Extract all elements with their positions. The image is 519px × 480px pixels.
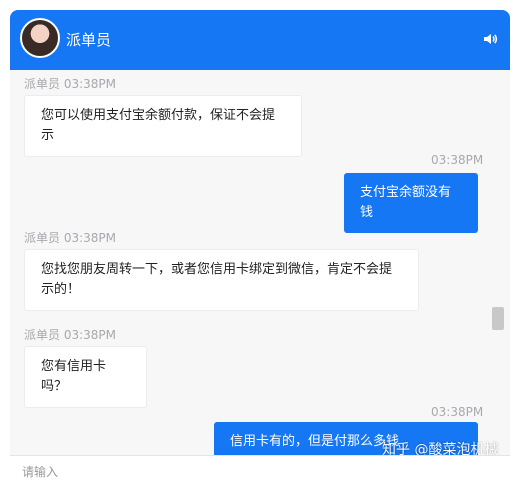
message-bubble-incoming: 您有信用卡吗？ [24, 346, 147, 408]
message-time: 03:38PM [431, 153, 484, 167]
message-time: 03:38PM [63, 231, 117, 245]
message-bubble-outgoing: 支付宝余额没有钱 [344, 173, 478, 233]
sender-name: 派单员 [24, 231, 61, 245]
message-time: 03:38PM [63, 328, 117, 342]
chat-title: 派单员 [66, 31, 112, 49]
message-meta: 派单员 03:38PM [24, 77, 116, 91]
message-meta: 派单员 03:38PM [24, 328, 116, 342]
scrollbar-thumb[interactable] [492, 307, 504, 330]
sender-name: 派单员 [24, 77, 61, 91]
message-meta: 派单员 03:38PM [24, 231, 116, 245]
message-bubble-incoming: 您找您朋友周转一下，或者您信用卡绑定到微信，肯定不会提示的！ [24, 249, 419, 311]
speaker-icon[interactable] [482, 31, 498, 47]
message-bubble-incoming: 您可以使用支付宝余额付款，保证不会提示 [24, 95, 302, 157]
message-time: 03:38PM [431, 405, 484, 419]
message-time: 03:38PM [63, 77, 117, 91]
input-bar [10, 455, 510, 480]
chat-window: 派单员 派单员 03:38PM 您可以使用支付宝余额付款，保证不会提示 03:3… [10, 10, 510, 480]
sender-name: 派单员 [24, 328, 61, 342]
chat-header: 派单员 [10, 10, 510, 70]
agent-avatar[interactable] [20, 18, 60, 58]
message-list[interactable]: 派单员 03:38PM 您可以使用支付宝余额付款，保证不会提示 03:38PM … [10, 70, 510, 465]
